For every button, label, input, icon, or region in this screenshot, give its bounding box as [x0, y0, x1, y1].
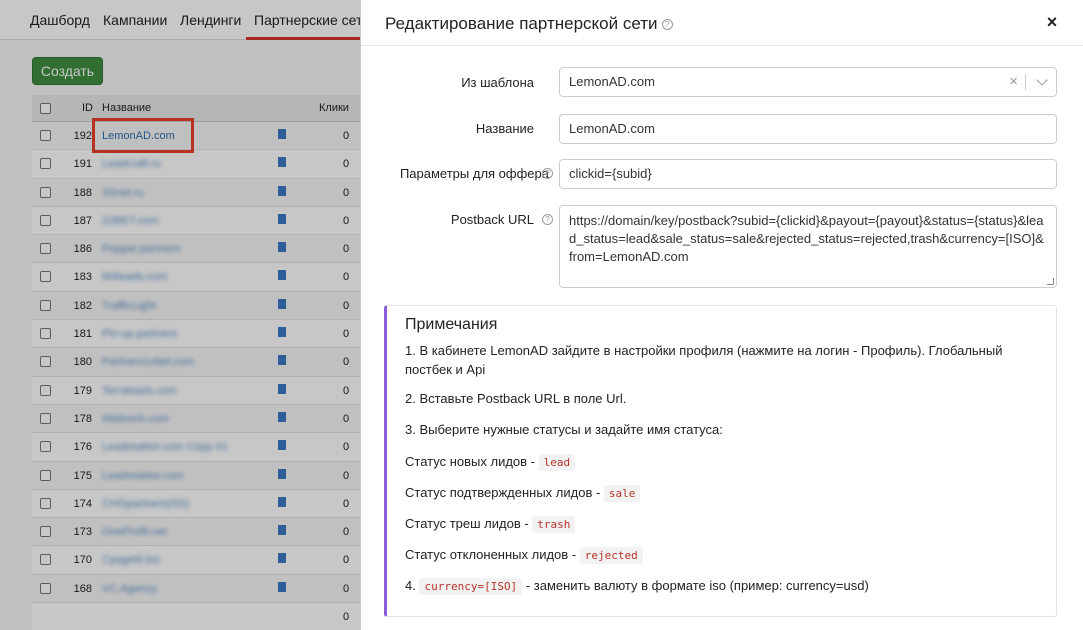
- currency-code: currency=[ISO]: [419, 578, 523, 595]
- note-line-1: 1. В кабинете LemonAD зайдите в настройк…: [405, 341, 1002, 379]
- question-circle-icon[interactable]: ?: [542, 214, 553, 225]
- template-select[interactable]: LemonAD.com ×: [559, 67, 1057, 97]
- name-label: Название: [475, 121, 534, 136]
- question-circle-icon[interactable]: ?: [542, 168, 553, 179]
- clear-icon[interactable]: ×: [1009, 68, 1018, 96]
- chevron-down-icon[interactable]: [1036, 74, 1048, 86]
- postback-label: Postback URL: [450, 212, 534, 227]
- note-line-4-text: - заменить валюту в формате iso (пример:…: [525, 578, 869, 593]
- close-icon[interactable]: ×: [1043, 13, 1061, 31]
- note-status-new: Статус новых лидов - lead: [405, 452, 576, 472]
- edit-network-modal: Редактирование партнерской сети? × Из ша…: [360, 0, 1083, 630]
- modal-title-text: Редактирование партнерской сети: [385, 14, 658, 33]
- status-confirmed-code: sale: [603, 485, 641, 502]
- modal-title: Редактирование партнерской сети?: [385, 14, 673, 34]
- name-input-value: LemonAD.com: [569, 121, 655, 136]
- note-line-1a: 1. В кабинете LemonAD зайдите в настройк…: [405, 343, 1003, 358]
- status-trash-label: Статус треш лидов -: [405, 516, 529, 531]
- offer-params-label-text: Параметры для оффера: [399, 166, 549, 181]
- note-line-4-prefix: 4.: [405, 578, 416, 593]
- template-select-value: LemonAD.com: [569, 74, 655, 89]
- postback-textarea-value: https://domain/key/postback?subid={click…: [569, 213, 1044, 264]
- status-new-code: lead: [538, 454, 576, 471]
- status-trash-code: trash: [532, 516, 576, 533]
- modal-header: Редактирование партнерской сети? ×: [361, 0, 1083, 46]
- offer-params-label: Параметры для оффера: [400, 166, 549, 181]
- status-rejected-label: Статус отклоненных лидов -: [405, 547, 577, 562]
- template-label: Из шаблона: [461, 75, 534, 90]
- status-rejected-code: rejected: [579, 547, 643, 564]
- question-circle-icon[interactable]: ?: [661, 19, 673, 31]
- note-status-trash: Статус треш лидов - trash: [405, 514, 576, 534]
- notes-panel: Примечания 1. В кабинете LemonAD зайдите…: [384, 305, 1057, 617]
- status-confirmed-label: Статус подтвержденных лидов -: [405, 485, 601, 500]
- note-line-1b: постбек и Api: [405, 362, 486, 377]
- offer-params-input[interactable]: clickid={subid}: [559, 159, 1057, 189]
- note-line-2: 2. Вставьте Postback URL в поле Url.: [405, 391, 627, 406]
- notes-title: Примечания: [405, 316, 498, 333]
- resize-handle[interactable]: [1047, 278, 1054, 285]
- select-separator: [1025, 74, 1026, 90]
- note-line-4: 4. currency=[ISO] - заменить валюту в фо…: [405, 576, 869, 596]
- offer-params-input-value: clickid={subid}: [569, 166, 652, 181]
- note-status-confirmed: Статус подтвержденных лидов - sale: [405, 483, 641, 503]
- status-new-label: Статус новых лидов -: [405, 454, 535, 469]
- note-status-rejected: Статус отклоненных лидов - rejected: [405, 545, 643, 565]
- note-line-3: 3. Выберите нужные статусы и задайте имя…: [405, 422, 723, 437]
- name-input[interactable]: LemonAD.com: [559, 114, 1057, 144]
- postback-textarea[interactable]: https://domain/key/postback?subid={click…: [559, 205, 1057, 288]
